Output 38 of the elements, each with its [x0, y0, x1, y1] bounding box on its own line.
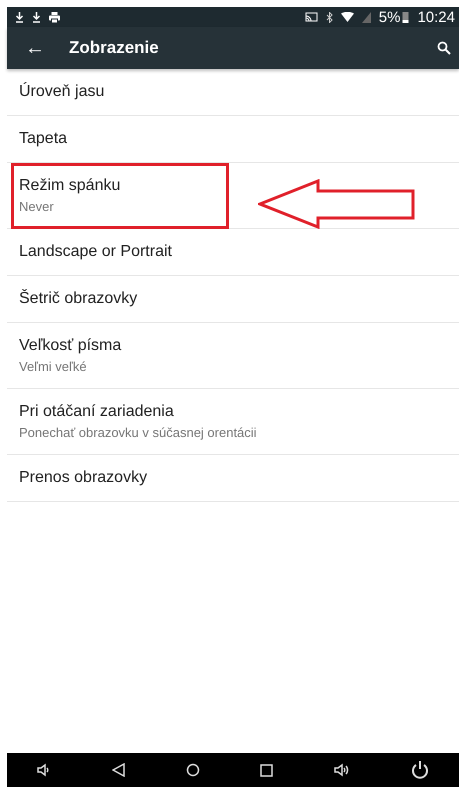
item-summary: Never — [19, 199, 55, 214]
home-icon[interactable] — [186, 763, 200, 777]
wifi-icon — [340, 12, 354, 22]
item-title: Prenos obrazovky — [19, 469, 148, 487]
printer-icon — [49, 12, 60, 22]
item-summary: Ponechať obrazovku v súčasnej orentácii — [19, 425, 258, 440]
cast-icon — [304, 12, 318, 22]
back-icon[interactable] — [112, 763, 125, 777]
power-icon[interactable] — [410, 760, 429, 780]
bluetooth-icon — [326, 12, 333, 22]
back-button[interactable]: ← — [25, 36, 69, 60]
settings-item[interactable]: Prenos obrazovky — [7, 455, 459, 502]
search-icon[interactable] — [437, 41, 451, 55]
battery-percent: 5% — [378, 8, 400, 26]
no-sim-icon — [362, 12, 371, 22]
item-title: Tapeta — [19, 130, 68, 148]
item-title: Úroveň jasu — [19, 83, 106, 101]
download-icon — [15, 11, 24, 23]
settings-item[interactable]: Tapeta — [7, 116, 459, 163]
item-title: Veľkosť písma — [19, 337, 122, 355]
settings-item[interactable]: Veľkosť písma Veľmi veľké — [7, 323, 459, 389]
settings-item[interactable]: Pri otáčaní zariadenia Ponechať obrazovku v súčasnej orentácii — [7, 389, 459, 455]
item-title: Landscape or Portrait — [19, 243, 173, 261]
volume-down-icon[interactable] — [37, 763, 52, 777]
item-title: Pri otáčaní zariadenia — [19, 403, 175, 421]
settings-item[interactable]: Šetrič obrazovky — [7, 276, 459, 323]
battery-icon — [402, 11, 410, 23]
settings-item[interactable]: Landscape or Portrait — [7, 229, 459, 276]
item-title: Režim spánku — [19, 177, 122, 195]
clock-time: 10:24 — [417, 8, 455, 26]
volume-up-icon[interactable] — [334, 763, 350, 777]
item-title: Šetrič obrazovky — [19, 290, 138, 308]
item-summary: Veľmi veľké — [19, 359, 88, 374]
screen-title: Zobrazenie — [69, 38, 160, 58]
settings-item[interactable]: Režim spánku Never — [7, 163, 459, 229]
recents-icon[interactable] — [260, 764, 274, 776]
download-icon — [32, 11, 41, 23]
settings-item[interactable]: Úroveň jasu — [7, 69, 459, 116]
